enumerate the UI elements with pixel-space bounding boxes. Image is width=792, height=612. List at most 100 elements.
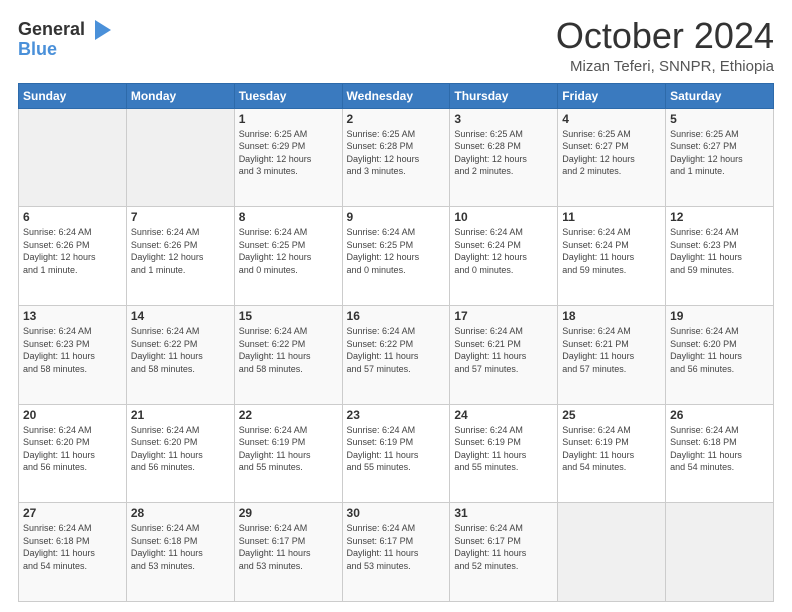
calendar-cell: 16Sunrise: 6:24 AM Sunset: 6:22 PM Dayli… bbox=[342, 305, 450, 404]
day-info: Sunrise: 6:24 AM Sunset: 6:19 PM Dayligh… bbox=[562, 424, 661, 474]
calendar-cell: 7 Sunrise: 6:24 AM Sunset: 6:26 PM Daylig… bbox=[126, 207, 234, 306]
calendar-header-thursday: Thursday bbox=[450, 83, 558, 108]
calendar-cell: 18 Sunrise: 6:24 AM Sunset: 6:21 PM Dayli… bbox=[558, 305, 666, 404]
calendar-week-row: 20 Sunrise: 6:24 AM Sunset: 6:20 PM Dayli… bbox=[19, 404, 774, 503]
calendar-header-tuesday: Tuesday bbox=[234, 83, 342, 108]
day-info: Sunrise: 6:24 AM Sunset: 6:20 PM Dayligh… bbox=[23, 424, 122, 474]
day-number: 26 bbox=[670, 408, 769, 422]
day-info: Sunrise: 6:24 AM Sunset: 6:25 PM Dayligh… bbox=[347, 226, 446, 276]
calendar-header-wednesday: Wednesday bbox=[342, 83, 450, 108]
day-number: 23 bbox=[347, 408, 446, 422]
day-info: Sunrise: 6:24 AM Sunset: 6:23 PM Dayligh… bbox=[23, 325, 122, 375]
day-info: Sunrise: 6:24 AM Sunset: 6:20 PM Dayligh… bbox=[131, 424, 230, 474]
calendar-cell: 9Sunrise: 6:24 AM Sunset: 6:25 PM Daylig… bbox=[342, 207, 450, 306]
day-number: 21 bbox=[131, 408, 230, 422]
calendar-cell: 23 Sunrise: 6:24 AM Sunset: 6:19 PM Dayli… bbox=[342, 404, 450, 503]
day-info: Sunrise: 6:24 AM Sunset: 6:26 PM Dayligh… bbox=[23, 226, 122, 276]
day-number: 5 bbox=[670, 112, 769, 126]
calendar-cell: 19Sunrise: 6:24 AM Sunset: 6:20 PM Dayli… bbox=[666, 305, 774, 404]
title-block: October 2024 Mizan Teferi, SNNPR, Ethiop… bbox=[556, 16, 774, 75]
calendar-cell: 13 Sunrise: 6:24 AM Sunset: 6:23 PM Dayli… bbox=[19, 305, 127, 404]
day-info: Sunrise: 6:24 AM Sunset: 6:19 PM Dayligh… bbox=[347, 424, 446, 474]
calendar-cell: 26 Sunrise: 6:24 AM Sunset: 6:18 PM Dayli… bbox=[666, 404, 774, 503]
day-number: 25 bbox=[562, 408, 661, 422]
calendar-header-friday: Friday bbox=[558, 83, 666, 108]
day-info: Sunrise: 6:24 AM Sunset: 6:25 PM Dayligh… bbox=[239, 226, 338, 276]
logo-blue-text: Blue bbox=[18, 40, 57, 60]
logo-text: General bbox=[18, 20, 85, 40]
day-number: 6 bbox=[23, 210, 122, 224]
calendar-cell: 22Sunrise: 6:24 AM Sunset: 6:19 PM Dayli… bbox=[234, 404, 342, 503]
calendar-week-row: 6 Sunrise: 6:24 AM Sunset: 6:26 PM Daylig… bbox=[19, 207, 774, 306]
calendar-cell: 4 Sunrise: 6:25 AM Sunset: 6:27 PM Daylig… bbox=[558, 108, 666, 207]
day-info: Sunrise: 6:24 AM Sunset: 6:21 PM Dayligh… bbox=[562, 325, 661, 375]
day-number: 29 bbox=[239, 506, 338, 520]
calendar-cell: 30 Sunrise: 6:24 AM Sunset: 6:17 PM Dayli… bbox=[342, 503, 450, 602]
calendar-cell: 5Sunrise: 6:25 AM Sunset: 6:27 PM Daylig… bbox=[666, 108, 774, 207]
day-number: 12 bbox=[670, 210, 769, 224]
day-info: Sunrise: 6:24 AM Sunset: 6:18 PM Dayligh… bbox=[670, 424, 769, 474]
day-number: 15 bbox=[239, 309, 338, 323]
day-number: 11 bbox=[562, 210, 661, 224]
calendar-cell: 21 Sunrise: 6:24 AM Sunset: 6:20 PM Dayli… bbox=[126, 404, 234, 503]
day-number: 14 bbox=[131, 309, 230, 323]
calendar-cell bbox=[666, 503, 774, 602]
header: General Blue October 2024 Mizan Teferi, … bbox=[18, 16, 774, 75]
calendar-cell: 28Sunrise: 6:24 AM Sunset: 6:18 PM Dayli… bbox=[126, 503, 234, 602]
calendar-cell: 1 Sunrise: 6:25 AM Sunset: 6:29 PM Daylig… bbox=[234, 108, 342, 207]
day-info: Sunrise: 6:24 AM Sunset: 6:19 PM Dayligh… bbox=[454, 424, 553, 474]
day-info: Sunrise: 6:24 AM Sunset: 6:20 PM Dayligh… bbox=[670, 325, 769, 375]
day-number: 18 bbox=[562, 309, 661, 323]
location: Mizan Teferi, SNNPR, Ethiopia bbox=[556, 58, 774, 75]
calendar-cell: 31Sunrise: 6:24 AM Sunset: 6:17 PM Dayli… bbox=[450, 503, 558, 602]
day-info: Sunrise: 6:25 AM Sunset: 6:29 PM Dayligh… bbox=[239, 128, 338, 178]
day-number: 4 bbox=[562, 112, 661, 126]
calendar-cell: 6 Sunrise: 6:24 AM Sunset: 6:26 PM Daylig… bbox=[19, 207, 127, 306]
calendar-week-row: 1 Sunrise: 6:25 AM Sunset: 6:29 PM Daylig… bbox=[19, 108, 774, 207]
day-info: Sunrise: 6:25 AM Sunset: 6:28 PM Dayligh… bbox=[454, 128, 553, 178]
calendar-week-row: 13 Sunrise: 6:24 AM Sunset: 6:23 PM Dayli… bbox=[19, 305, 774, 404]
day-info: Sunrise: 6:24 AM Sunset: 6:23 PM Dayligh… bbox=[670, 226, 769, 276]
day-info: Sunrise: 6:25 AM Sunset: 6:27 PM Dayligh… bbox=[562, 128, 661, 178]
page: General Blue October 2024 Mizan Teferi, … bbox=[0, 0, 792, 612]
day-info: Sunrise: 6:24 AM Sunset: 6:18 PM Dayligh… bbox=[23, 522, 122, 572]
calendar-cell: 17 Sunrise: 6:24 AM Sunset: 6:21 PM Dayli… bbox=[450, 305, 558, 404]
day-number: 13 bbox=[23, 309, 122, 323]
calendar-cell: 29Sunrise: 6:24 AM Sunset: 6:17 PM Dayli… bbox=[234, 503, 342, 602]
day-number: 30 bbox=[347, 506, 446, 520]
day-number: 20 bbox=[23, 408, 122, 422]
day-number: 2 bbox=[347, 112, 446, 126]
day-number: 16 bbox=[347, 309, 446, 323]
day-info: Sunrise: 6:24 AM Sunset: 6:17 PM Dayligh… bbox=[347, 522, 446, 572]
calendar-week-row: 27 Sunrise: 6:24 AM Sunset: 6:18 PM Dayli… bbox=[19, 503, 774, 602]
day-number: 7 bbox=[131, 210, 230, 224]
calendar-header-sunday: Sunday bbox=[19, 83, 127, 108]
day-info: Sunrise: 6:24 AM Sunset: 6:24 PM Dayligh… bbox=[562, 226, 661, 276]
day-number: 10 bbox=[454, 210, 553, 224]
calendar: SundayMondayTuesdayWednesdayThursdayFrid… bbox=[18, 83, 774, 602]
calendar-header-monday: Monday bbox=[126, 83, 234, 108]
calendar-cell bbox=[126, 108, 234, 207]
day-number: 17 bbox=[454, 309, 553, 323]
calendar-cell: 24 Sunrise: 6:24 AM Sunset: 6:19 PM Dayli… bbox=[450, 404, 558, 503]
calendar-cell: 2Sunrise: 6:25 AM Sunset: 6:28 PM Daylig… bbox=[342, 108, 450, 207]
calendar-cell: 14Sunrise: 6:24 AM Sunset: 6:22 PM Dayli… bbox=[126, 305, 234, 404]
day-number: 1 bbox=[239, 112, 338, 126]
calendar-cell: 25 Sunrise: 6:24 AM Sunset: 6:19 PM Dayli… bbox=[558, 404, 666, 503]
calendar-cell: 27 Sunrise: 6:24 AM Sunset: 6:18 PM Dayli… bbox=[19, 503, 127, 602]
day-info: Sunrise: 6:24 AM Sunset: 6:18 PM Dayligh… bbox=[131, 522, 230, 572]
logo: General Blue bbox=[18, 16, 115, 60]
calendar-header-saturday: Saturday bbox=[666, 83, 774, 108]
day-info: Sunrise: 6:24 AM Sunset: 6:26 PM Dayligh… bbox=[131, 226, 230, 276]
day-info: Sunrise: 6:24 AM Sunset: 6:22 PM Dayligh… bbox=[239, 325, 338, 375]
calendar-cell: 11 Sunrise: 6:24 AM Sunset: 6:24 PM Dayli… bbox=[558, 207, 666, 306]
calendar-cell: 12 Sunrise: 6:24 AM Sunset: 6:23 PM Dayli… bbox=[666, 207, 774, 306]
day-info: Sunrise: 6:24 AM Sunset: 6:21 PM Dayligh… bbox=[454, 325, 553, 375]
day-number: 24 bbox=[454, 408, 553, 422]
month-title: October 2024 bbox=[556, 16, 774, 56]
day-number: 27 bbox=[23, 506, 122, 520]
day-number: 31 bbox=[454, 506, 553, 520]
day-info: Sunrise: 6:24 AM Sunset: 6:19 PM Dayligh… bbox=[239, 424, 338, 474]
calendar-cell: 3Sunrise: 6:25 AM Sunset: 6:28 PM Daylig… bbox=[450, 108, 558, 207]
calendar-cell bbox=[19, 108, 127, 207]
